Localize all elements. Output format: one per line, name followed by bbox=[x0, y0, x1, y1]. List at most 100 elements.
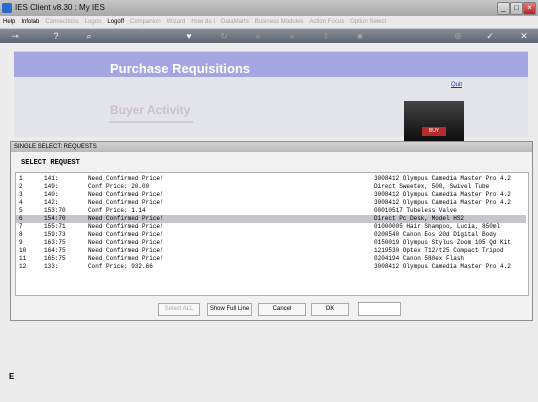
row-code: 165:75 bbox=[44, 255, 66, 262]
list-item[interactable]: 9 163:75 Need Confirmed Price! 0150019 Olym… bbox=[16, 239, 526, 247]
row-status: Need Confirmed Price! bbox=[88, 255, 164, 262]
heart-icon[interactable]: ♥ bbox=[183, 30, 195, 42]
row-code: 141: bbox=[44, 175, 59, 182]
refresh-icon[interactable]: ↻ bbox=[218, 30, 230, 42]
row-num: 3 bbox=[19, 191, 23, 198]
close-icon[interactable]: ✕ bbox=[518, 30, 530, 42]
row-code: 140: bbox=[44, 191, 59, 198]
heading-underline bbox=[109, 121, 193, 123]
toolbar: ⊸? ⌕ ♥ ↻ « » ⇧ ■ ⊕ ✓ ✕ bbox=[0, 29, 538, 43]
globe-icon[interactable]: ⊕ bbox=[452, 30, 464, 42]
list-item[interactable]: 7 155:71 Need Confirmed Price! 01000005 Hai… bbox=[16, 223, 526, 231]
row-num: 5 bbox=[19, 207, 23, 214]
row-desc: Direct Pc Desk, Model HS2 bbox=[374, 215, 465, 222]
select-all-button[interactable]: Select ALL bbox=[158, 303, 200, 316]
stop-icon[interactable]: ■ bbox=[354, 30, 366, 42]
row-status: Need Confirmed Price! bbox=[88, 231, 164, 238]
list-item[interactable]: 4 142: Need Confirmed Price! 3008412 Olympu… bbox=[16, 199, 526, 207]
search-input[interactable] bbox=[358, 302, 401, 316]
row-num: 9 bbox=[19, 239, 23, 246]
upload-icon[interactable]: ⇧ bbox=[320, 30, 332, 42]
requests-list[interactable]: 1 141: Need Confirmed Price! 3008412 Olympu… bbox=[15, 172, 529, 296]
rewind-icon[interactable]: « bbox=[252, 30, 264, 42]
title-bar: IES Client v8.30 : My IES _ □ × bbox=[0, 0, 538, 17]
row-code: 133: bbox=[44, 263, 59, 270]
row-status: Conf Price: 932.66 bbox=[88, 263, 153, 270]
app-icon bbox=[2, 3, 12, 13]
row-desc: 3008412 Olympus Camedia Master Pro 4.2 bbox=[374, 199, 511, 206]
list-item[interactable]: 11 165:75 Need Confirmed Price! 0204194 Can… bbox=[16, 255, 526, 263]
menu-item-companion[interactable]: Companion bbox=[127, 16, 164, 28]
buyer-activity-heading: Buyer Activity bbox=[110, 103, 191, 117]
menu-bar: Help Infolab Connections Logon Logoff Compani… bbox=[0, 16, 538, 29]
menu-item-logon[interactable]: Logon bbox=[82, 16, 105, 28]
row-desc: 3008412 Olympus Camedia Master Pro 4.2 bbox=[374, 175, 511, 182]
row-num: 12 bbox=[19, 263, 27, 270]
row-code: 163:75 bbox=[44, 239, 66, 246]
list-item[interactable]: 6 154:70 Need Confirmed Price! Direct Pc De… bbox=[16, 215, 526, 223]
row-num: 8 bbox=[19, 231, 23, 238]
quit-link[interactable]: Quit bbox=[451, 82, 462, 88]
row-status: Need Confirmed Price! bbox=[88, 223, 164, 230]
menu-item-connections[interactable]: Connections bbox=[42, 16, 81, 28]
close-window-button[interactable]: × bbox=[523, 2, 536, 15]
row-num: 6 bbox=[19, 215, 23, 222]
row-code: 154:70 bbox=[44, 215, 66, 222]
list-item[interactable]: 5 153:70 Conf Price: 1.14 00010517 Tubeless… bbox=[16, 207, 526, 215]
search-icon[interactable]: ⌕ bbox=[83, 30, 95, 42]
row-code: 159:73 bbox=[44, 231, 66, 238]
dialog-header: SELECT REQUEST bbox=[21, 159, 80, 167]
menu-item-how-do-i[interactable]: How do I bbox=[188, 16, 218, 28]
row-desc: 01000005 Hair Shampoo, Lucia, 850ml bbox=[374, 223, 501, 230]
list-item[interactable]: 12 133: Conf Price: 932.66 3008412 Olympus … bbox=[16, 263, 526, 271]
row-code: 153:70 bbox=[44, 207, 66, 214]
row-status: Need Confirmed Price! bbox=[88, 191, 164, 198]
list-item[interactable]: 3 140: Need Confirmed Price! 3008412 Olympu… bbox=[16, 191, 526, 199]
menu-item-help[interactable]: Help bbox=[0, 16, 18, 28]
row-num: 1 bbox=[19, 175, 23, 182]
key-icon[interactable]: ⊸ bbox=[9, 30, 21, 42]
show-full-line-button[interactable]: Show Full Line bbox=[207, 303, 252, 316]
row-desc: Direct Sweetex, 500, Swivel Tube bbox=[374, 183, 490, 190]
row-desc: 0200540 Canon Eos 20d Digital Body bbox=[374, 231, 497, 238]
row-num: 11 bbox=[19, 255, 27, 262]
help-icon[interactable]: ? bbox=[50, 30, 62, 42]
menu-item-action-focus[interactable]: Action Focus bbox=[306, 16, 347, 28]
row-code: 142: bbox=[44, 199, 59, 206]
row-status: Need Confirmed Price! bbox=[88, 199, 164, 206]
list-item[interactable]: 2 149: Conf Price: 20.00 Direct Sweetex, 50… bbox=[16, 183, 526, 191]
row-num: 2 bbox=[19, 183, 23, 190]
forward-icon[interactable]: » bbox=[286, 30, 298, 42]
row-status: Need Confirmed Price! bbox=[88, 175, 164, 182]
cancel-button[interactable]: Cancel bbox=[258, 303, 306, 316]
row-num: 10 bbox=[19, 247, 27, 254]
maximize-button[interactable]: □ bbox=[510, 2, 523, 15]
list-item[interactable]: 1 141: Need Confirmed Price! 3008412 Olympu… bbox=[16, 175, 526, 183]
row-num: 7 bbox=[19, 223, 23, 230]
menu-item-option-select[interactable]: Option Select bbox=[347, 16, 389, 28]
list-item[interactable]: 10 164:75 Need Confirmed Price! 1219530 Opt… bbox=[16, 247, 526, 255]
row-code: 155:71 bbox=[44, 223, 66, 230]
row-code: 149: bbox=[44, 183, 59, 190]
menu-item-logoff[interactable]: Logoff bbox=[104, 16, 127, 28]
window-title: IES Client v8.30 : My IES bbox=[15, 3, 105, 12]
menu-item-business-modules[interactable]: Business Modules bbox=[252, 16, 307, 28]
select-requests-dialog: SINGLE SELECT: REQUESTS SELECT REQUEST 1… bbox=[10, 141, 533, 321]
row-status: Conf Price: 1.14 bbox=[88, 207, 146, 214]
menu-item-datamarts[interactable]: DataMarts bbox=[218, 16, 252, 28]
row-desc: 3008412 Olympus Camedia Master Pro 4.2 bbox=[374, 263, 511, 270]
row-desc: 00010517 Tubeless Valve bbox=[374, 207, 457, 214]
dialog-title: SINGLE SELECT: REQUESTS bbox=[11, 142, 532, 152]
list-item[interactable]: 8 159:73 Need Confirmed Price! 0200540 Cano… bbox=[16, 231, 526, 239]
row-status: Need Confirmed Price! bbox=[88, 247, 164, 254]
row-desc: 0204194 Canon 580ex Flash bbox=[374, 255, 465, 262]
buy-key: BUY bbox=[422, 127, 446, 136]
check-icon[interactable]: ✓ bbox=[484, 30, 496, 42]
row-desc: 1219530 Optex T12/t25 Compact Tripod bbox=[374, 247, 504, 254]
side-label: E bbox=[9, 372, 15, 381]
minimize-button[interactable]: _ bbox=[497, 2, 510, 15]
ok-button[interactable]: OK bbox=[311, 303, 349, 316]
page-title: Purchase Requisitions bbox=[110, 61, 251, 76]
menu-item-wizard[interactable]: Wizard bbox=[164, 16, 189, 28]
menu-item-infolab[interactable]: Infolab bbox=[18, 16, 42, 28]
